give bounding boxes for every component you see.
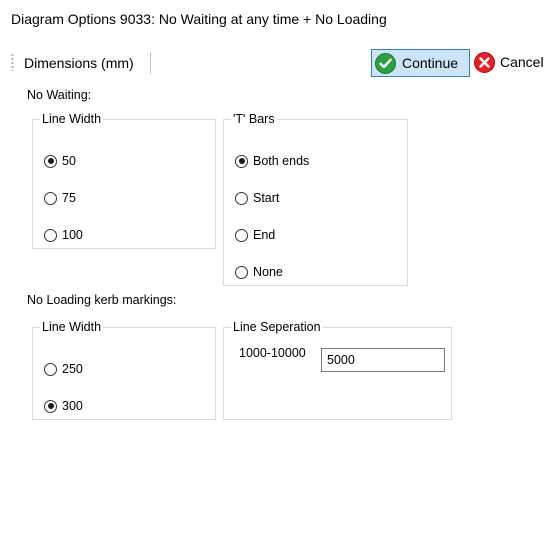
radio-line-width-250[interactable]: 250 [44,360,83,378]
radio-t-bars-start[interactable]: Start [235,189,279,207]
radio-label: 100 [62,228,83,242]
radio-button[interactable] [44,399,57,413]
radio-button[interactable] [235,154,248,168]
no-waiting-section-label: No Waiting: [27,88,92,102]
no-waiting-line-width-group: Line Width 50 75 100 [32,112,216,249]
radio-label: Start [253,191,280,205]
line-separation-input[interactable] [321,348,445,372]
continue-label: Continue [402,55,459,71]
radio-label: 250 [62,362,83,376]
radio-line-width-50[interactable]: 50 [44,152,76,170]
toolbar-separator [150,52,151,74]
radio-t-bars-end[interactable]: End [235,226,275,244]
t-bars-legend: 'T' Bars [233,112,275,126]
radio-line-width-100[interactable]: 100 [44,226,83,244]
radio-button[interactable] [44,228,57,242]
no-loading-line-width-legend: Line Width [42,320,102,334]
radio-button[interactable] [235,191,248,205]
cancel-label: Cancel [500,54,544,70]
line-separation-legend: Line Seperation [233,320,321,334]
radio-t-bars-both-ends[interactable]: Both ends [235,152,309,170]
radio-button[interactable] [44,154,57,168]
continue-button[interactable]: Continue [371,49,470,77]
radio-label: End [253,228,276,242]
radio-label: 50 [62,154,76,168]
no-waiting-line-width-legend: Line Width [42,112,102,126]
radio-button[interactable] [44,362,57,376]
no-loading-line-width-group: Line Width 250 300 [32,320,216,420]
dimensions-label: Dimensions (mm) [24,55,134,71]
radio-line-width-300[interactable]: 300 [44,397,83,415]
radio-label: Both ends [253,154,310,168]
radio-label: None [253,265,283,279]
line-separation-range-label: 1000-10000 [239,346,306,360]
check-circle-icon [375,53,396,74]
window-title: Diagram Options 9033: No Waiting at any … [11,11,387,27]
close-circle-icon [474,52,495,73]
radio-button[interactable] [235,265,248,279]
radio-line-width-75[interactable]: 75 [44,189,76,207]
radio-label: 75 [62,191,76,205]
t-bars-group: 'T' Bars Both ends Start End None [223,112,408,286]
no-loading-section-label: No Loading kerb markings: [27,293,177,307]
radio-label: 300 [62,399,83,413]
radio-button[interactable] [235,228,248,242]
radio-t-bars-none[interactable]: None [235,263,283,281]
toolbar-grip-icon[interactable] [11,53,14,71]
cancel-button[interactable]: Cancel [473,49,545,77]
radio-button[interactable] [44,191,57,205]
